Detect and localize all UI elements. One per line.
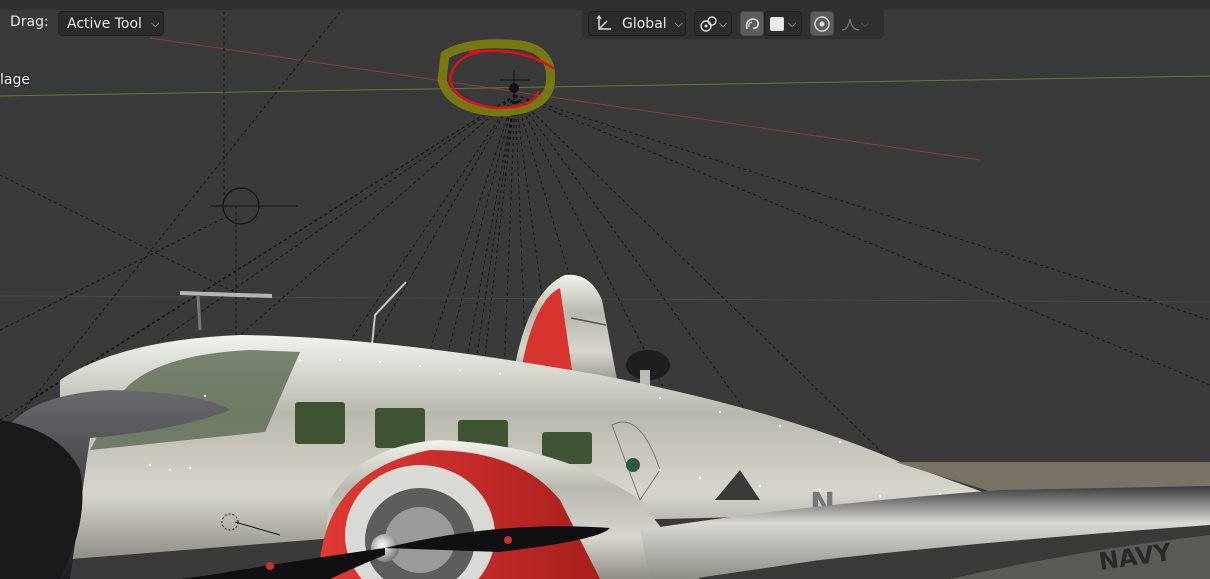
chevron-down-icon: ⌵ — [860, 16, 870, 30]
snap-toggle[interactable] — [740, 11, 764, 36]
falloff-curve-icon — [841, 18, 859, 31]
header-tool-group: Global ⌵ ⌵ ⌵ ⌵ — [582, 8, 884, 39]
proportional-editing-icon — [814, 15, 830, 32]
orientation-value: Global — [622, 15, 667, 32]
drag-value: Active Tool — [67, 15, 142, 32]
transform-orientation-dropdown[interactable]: Global ⌵ — [588, 11, 686, 36]
3d-viewport[interactable]: N NAVY — [0, 0, 1210, 579]
proportional-editing-toggle[interactable] — [810, 11, 834, 36]
snap-target-icon — [769, 16, 784, 31]
chevron-down-icon: ⌵ — [787, 16, 797, 30]
object-label: lage — [0, 72, 30, 88]
pivot-point-icon — [700, 15, 717, 32]
chevron-down-icon: ⌵ — [718, 16, 728, 30]
chevron-down-icon: ⌵ — [150, 16, 160, 30]
transform-orientation-icon — [596, 14, 611, 30]
drag-label: Drag: — [10, 14, 49, 30]
falloff-dropdown[interactable]: ⌵ — [834, 11, 876, 36]
snap-target-dropdown[interactable]: ⌵ — [764, 11, 802, 36]
snap-magnet-icon — [745, 17, 759, 29]
pivot-point-dropdown[interactable]: ⌵ — [694, 11, 732, 36]
chevron-down-icon: ⌵ — [674, 16, 684, 30]
drag-active-tool-dropdown[interactable]: Active Tool ⌵ — [58, 11, 164, 36]
